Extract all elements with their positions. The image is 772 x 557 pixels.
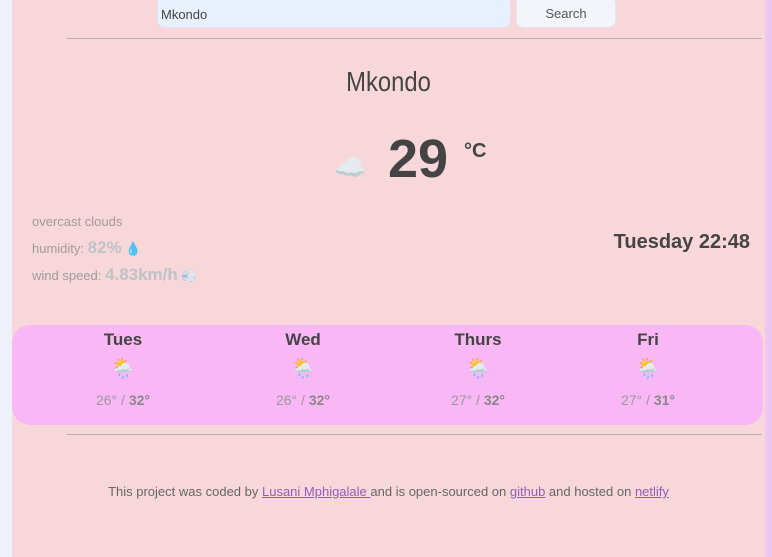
forecast-max: 32° — [483, 392, 505, 408]
current-datetime: Tuesday 22:48 — [613, 231, 750, 253]
search-button[interactable]: Search — [516, 0, 616, 28]
forecast-max: 32° — [308, 392, 330, 408]
author-link[interactable]: Lusani Mphigalale — [262, 484, 370, 499]
divider — [67, 434, 762, 435]
temperature-unit[interactable]: °C — [464, 140, 486, 163]
wind-icon: 💨 — [181, 268, 198, 283]
github-link[interactable]: github — [510, 484, 545, 499]
city-search-input[interactable]: Mkondo — [157, 0, 511, 28]
current-temperature: 29 — [388, 129, 449, 189]
footer: This project was coded by Lusani Mphigal… — [12, 484, 765, 499]
page: Mkondo Search Mkondo ☁️ 29 °C overcast c… — [12, 0, 765, 557]
netlify-link[interactable]: netlify — [635, 484, 669, 499]
sun-cloud-rain-icon: 🌦️ — [290, 358, 316, 380]
forecast-panel: Tues 🌦️ 26° / 32° Wed 🌦️ 26° / 32° Thurs… — [12, 325, 763, 425]
forecast-temps: 27° / 32° — [450, 392, 505, 408]
footer-text: and is open-sourced on — [370, 484, 510, 499]
forecast-day-name: Wed — [285, 330, 321, 349]
window-edge — [765, 0, 772, 557]
humidity-value: 82% — [87, 238, 122, 257]
divider — [67, 38, 762, 39]
forecast-min: 27° — [450, 392, 473, 408]
weather-details: overcast clouds humidity: 82% 💧 wind spe… — [32, 209, 198, 289]
forecast-day-name: Fri — [637, 330, 659, 349]
water-drop-icon: 💧 — [125, 241, 142, 256]
forecast-day-name: Tues — [103, 330, 143, 349]
forecast-day: Tues 🌦️ 26° / 32° — [53, 325, 193, 408]
wind-label: wind speed: — [32, 268, 102, 283]
footer-text: This project was coded by — [108, 484, 262, 499]
forecast-temps: 26° / 32° — [275, 392, 330, 408]
sun-cloud-rain-icon: 🌦️ — [110, 358, 136, 380]
wind-value: 4.83km/h — [105, 265, 178, 284]
forecast-temps: 27° / 31° — [620, 392, 675, 408]
sun-cloud-rain-icon: 🌦️ — [635, 358, 661, 380]
sun-cloud-rain-icon: 🌦️ — [465, 358, 491, 380]
forecast-min: 27° — [620, 392, 643, 408]
forecast-min: 26° — [275, 392, 298, 408]
footer-text: and hosted on — [545, 484, 635, 499]
forecast-temps: 26° / 32° — [95, 392, 150, 408]
overcast-cloud-icon: ☁️ — [334, 152, 367, 182]
humidity-label: humidity: — [32, 241, 85, 256]
forecast-max: 31° — [653, 392, 675, 408]
city-name: Mkondo — [346, 66, 431, 97]
forecast-day: Wed 🌦️ 26° / 32° — [233, 325, 373, 408]
forecast-day: Fri 🌦️ 27° / 31° — [578, 325, 718, 408]
weather-description: overcast clouds — [32, 214, 123, 229]
forecast-day: Thurs 🌦️ 27° / 32° — [408, 325, 548, 408]
forecast-min: 26° — [95, 392, 118, 408]
forecast-day-name: Thurs — [454, 330, 502, 349]
forecast-max: 32° — [128, 392, 150, 408]
